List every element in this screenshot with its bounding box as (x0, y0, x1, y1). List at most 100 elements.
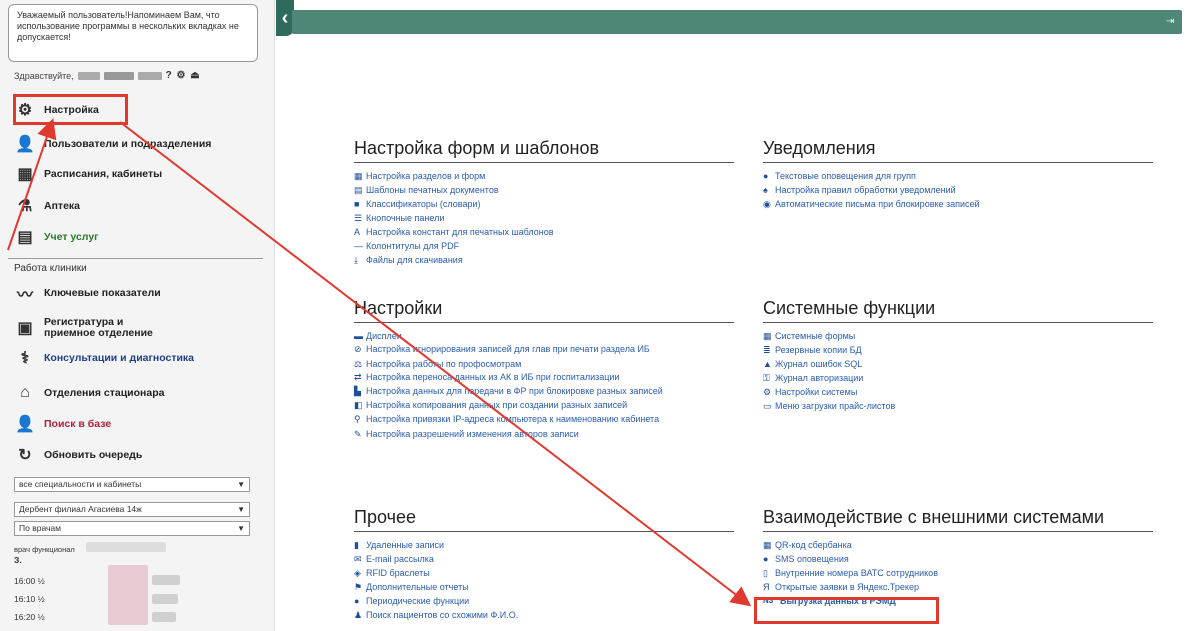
redacted-name (137, 71, 162, 80)
chevron-down-icon: ▼ (237, 505, 245, 514)
doctor-label: врач функционал (14, 545, 75, 554)
menu-item-refresh[interactable]: ↻ Обновить очередь (14, 444, 142, 466)
link-label: Меню загрузки прайс-листов (775, 401, 896, 411)
link-system-4[interactable]: ⚙ Настройки системы (763, 385, 1153, 399)
menu-item-services[interactable]: ▤ Учет услуг (14, 226, 99, 248)
link-other-1[interactable]: ✉ E-mail рассылка (354, 552, 734, 566)
ban-icon: ⊘ (354, 344, 362, 354)
link-other-4[interactable]: ● Периодические функции (354, 594, 734, 608)
link-label: RFID браслеты (366, 568, 430, 578)
envelope-icon: ✉ (354, 554, 362, 564)
link-forms-5[interactable]: — Колонтитулы для PDF (354, 239, 734, 253)
link-other-3[interactable]: ⚑ Дополнительные отчеты (354, 580, 734, 594)
link-external-1[interactable]: ● SMS оповещения (763, 552, 1153, 566)
menu-label: Поиск в базе (44, 418, 112, 430)
specialty-select[interactable]: все специальности и кабинеты ▼ (14, 477, 250, 492)
link-notifications-1[interactable]: ♠ Настройка правил обработки уведомлений (763, 183, 1153, 197)
menu-item-consult[interactable]: ⚕ Консультации и диагностика (14, 347, 194, 369)
section-title: Уведомления (763, 138, 1153, 163)
hospital-icon: ⌂ (20, 384, 30, 401)
menu-item-pharmacy[interactable]: ⚗ Аптека (14, 195, 80, 217)
link-system-2[interactable]: ▲ Журнал ошибок SQL (763, 357, 1153, 371)
link-label: Удаленные записи (366, 540, 445, 550)
menu-item-registry[interactable]: ▣ Регистратура и приемное отделение (14, 313, 174, 343)
menu-item-hospital[interactable]: ⌂ Отделения стационара (14, 382, 164, 404)
flag-icon: ⚑ (354, 582, 363, 592)
logout-icon[interactable]: ⇥ (1166, 16, 1180, 30)
sitemap-icon: ⚲ (354, 414, 361, 424)
blurred-patient (108, 565, 148, 625)
link-label: Поиск пациентов со схожими Ф.И.О. (366, 610, 519, 620)
link-settings-5[interactable]: ◧ Настройка копирования данных при создан… (354, 399, 734, 411)
document-icon: ▤ (354, 185, 363, 195)
section-notifications: Уведомления ● Текстовые оповещения для гр… (763, 138, 1153, 211)
blurred-patient (152, 575, 180, 585)
link-settings-6[interactable]: ⚲ Настройка привязки IP-адреса компьютера… (354, 413, 734, 425)
menu-label: Регистратура и приемное отделение (44, 316, 153, 339)
menu-item-users[interactable]: 👤 Пользователи и подразделения (14, 133, 211, 155)
link-forms-3[interactable]: ☰ Кнопочные панели (354, 211, 734, 225)
link-label: Настройка разделов и форм (366, 171, 486, 181)
rfid-icon: ◈ (354, 568, 361, 578)
link-settings-4[interactable]: ▙ Настройка данных для передачи в ФР при … (354, 385, 734, 397)
download-icon: ⤓ (354, 255, 358, 265)
select-value: все специальности и кабинеты (19, 479, 142, 489)
link-forms-0[interactable]: ▦ Настройка разделов и форм (354, 169, 734, 183)
time-slot[interactable]: 16:20 ½ (14, 612, 45, 622)
branch-select[interactable]: Дербент филиал Агасиева 14ж ▼ (14, 502, 250, 517)
link-settings-0[interactable]: ▬ Дисплеи (354, 329, 734, 343)
time-slot[interactable]: 16:10 ½ (14, 594, 45, 604)
link-settings-1[interactable]: ⊘ Настройка игнорирования записей для гла… (354, 343, 734, 355)
menu-item-schedule[interactable]: ▦ Расписания, кабинеты (14, 163, 162, 185)
link-other-0[interactable]: ▮ Удаленные записи (354, 538, 734, 552)
book-icon: ■ (354, 199, 360, 209)
divider (8, 258, 263, 259)
link-system-5[interactable]: ▭ Меню загрузки прайс-листов (763, 399, 1153, 413)
link-external-3[interactable]: Я Открытые заявки в Яндекс.Трекер (763, 580, 1153, 594)
grouping-select[interactable]: По врачам ▼ (14, 521, 250, 536)
menu-label: Пользователи и подразделения (44, 138, 212, 150)
chevron-down-icon: ▼ (237, 524, 245, 533)
link-label: E-mail рассылка (366, 554, 434, 564)
link-forms-1[interactable]: ▤ Шаблоны печатных документов (354, 183, 734, 197)
section-title: Прочее (354, 507, 734, 532)
chart-icon: 〰 (16, 287, 33, 304)
font-icon: A (354, 227, 361, 237)
link-notifications-2[interactable]: ◉ Автоматические письма при блокировке за… (763, 197, 1153, 211)
link-external-2[interactable]: ▯ Внутренние номера ВАТС сотрудников (763, 566, 1153, 580)
clinic-section-label: Работа клиники (14, 263, 87, 274)
link-label: Настройка разрешений изменения авторов з… (366, 429, 579, 439)
link-other-2[interactable]: ◈ RFID браслеты (354, 566, 734, 580)
link-system-0[interactable]: ▦ Системные формы (763, 329, 1153, 343)
link-other-5[interactable]: ♟ Поиск пациентов со схожими Ф.И.О. (354, 608, 734, 622)
link-system-3[interactable]: ⚿ Журнал авторизации (763, 371, 1153, 385)
link-label: SMS оповещения (775, 554, 849, 564)
schedule-icon: ▦ (17, 166, 33, 183)
menu-label: Ключевые показатели (44, 287, 161, 299)
link-system-1[interactable]: ≣ Резервные копии БД (763, 343, 1153, 357)
link-settings-3[interactable]: ⇄ Настройка переноса данных из АК в ИБ пр… (354, 371, 734, 383)
time-slot[interactable]: 16:00 ½ (14, 576, 45, 586)
user-action-icons[interactable]: ? ⚙ ⏏ (166, 70, 201, 81)
at-icon: ◉ (763, 199, 771, 209)
scale-icon: ⚖ (354, 359, 363, 369)
link-label: Шаблоны печатных документов (366, 185, 499, 195)
blurred-patient (152, 594, 178, 604)
notice-box: Уважаемый пользователь!Напоминаем Вам, ч… (8, 4, 258, 62)
menu-item-key-metrics[interactable]: 〰 Ключевые показатели (14, 282, 161, 304)
tracker-icon: Я (763, 582, 770, 592)
link-forms-2[interactable]: ■ Классификаторы (словари) (354, 197, 734, 211)
link-forms-6[interactable]: ⤓ Файлы для скачивания (354, 253, 734, 267)
link-forms-4[interactable]: A Настройка констант для печатных шаблоно… (354, 225, 734, 239)
section-other: Прочее ▮ Удаленные записи ✉ E-mail рассылка… (354, 507, 734, 622)
cogs-icon: ⚙ (763, 387, 772, 397)
link-external-0[interactable]: ▦ QR-код сбербанка (763, 538, 1153, 552)
link-settings-7[interactable]: ✎ Настройка разрешений изменения авторов … (354, 427, 734, 441)
link-settings-2[interactable]: ⚖ Настройка работы по профосмотрам (354, 357, 734, 371)
menu-item-search[interactable]: 👤 Поиск в базе (14, 413, 111, 435)
table-icon: ▦ (354, 171, 363, 181)
section-title: Настройка форм и шаблонов (354, 138, 734, 163)
link-notifications-0[interactable]: ● Текстовые оповещения для групп (763, 169, 1153, 183)
section-settings: Настройки ▬ Дисплеи ⊘ Настройка игнорирован… (354, 298, 734, 441)
menu-label: Учет услуг (44, 231, 99, 243)
